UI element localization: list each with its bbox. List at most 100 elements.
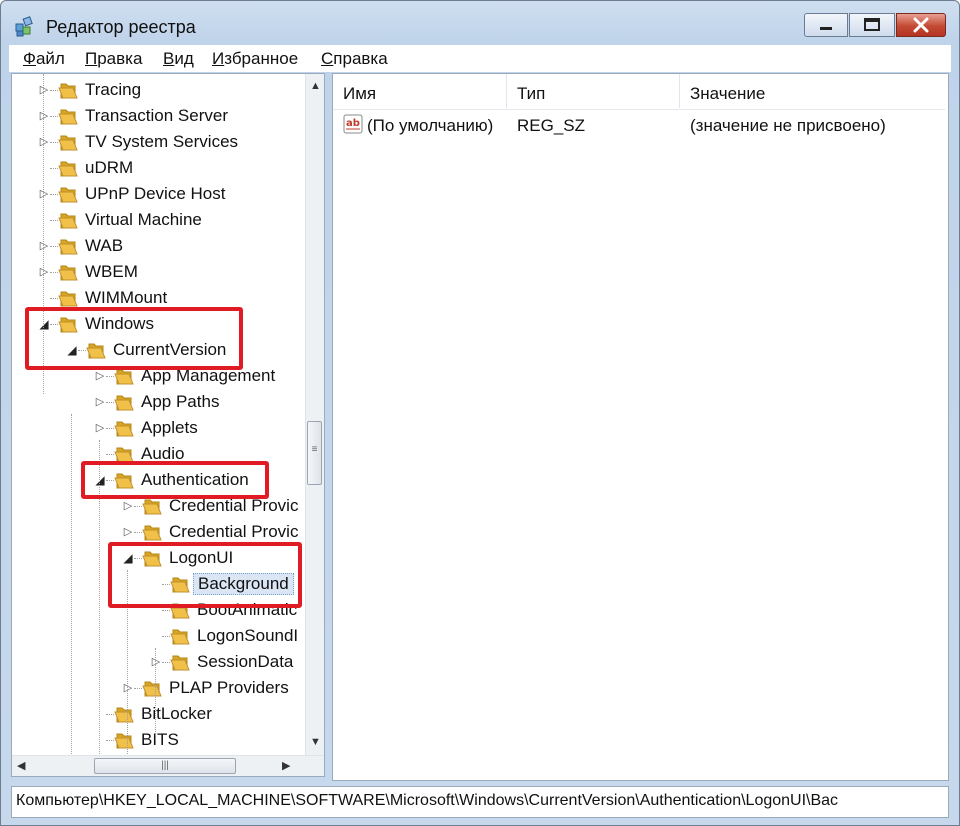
tree-node[interactable]: ▷ App Paths	[12, 389, 324, 415]
tree-node[interactable]: BootAnimatic	[12, 597, 324, 623]
collapsed-arrow-icon[interactable]: ▷	[94, 369, 106, 383]
collapsed-arrow-icon[interactable]: ▷	[38, 239, 50, 253]
column-header-type[interactable]: Тип	[507, 74, 680, 108]
tree-node[interactable]: ◢ LogonUI	[12, 545, 324, 571]
collapsed-arrow-icon[interactable]: ▷	[94, 421, 106, 435]
scroll-left-arrow-icon[interactable]: ◀	[17, 759, 25, 772]
collapsed-arrow-icon[interactable]: ▷	[38, 265, 50, 279]
registry-editor-window: Редактор реестра Файл Правка Вид Избранн…	[0, 0, 960, 826]
tree-node[interactable]: ▷ Credential Provic	[12, 519, 324, 545]
collapsed-arrow-icon[interactable]: ▷	[38, 109, 50, 123]
menu-edit[interactable]: Правка	[85, 49, 142, 69]
scroll-up-arrow-icon[interactable]: ▲	[310, 80, 321, 92]
vertical-scroll-thumb[interactable]: ≡	[307, 421, 322, 485]
tree-node[interactable]: Audio	[12, 441, 324, 467]
value-data: (значение не присвоено)	[690, 116, 886, 135]
tree-node[interactable]: BitLocker	[12, 701, 324, 727]
tree-node[interactable]: ▷ UPnP Device Host	[12, 181, 324, 207]
tree-node[interactable]: ▷ WBEM	[12, 259, 324, 285]
menu-help-label: правка	[333, 49, 388, 68]
expanded-arrow-icon[interactable]: ◢	[38, 317, 50, 331]
tree-node[interactable]: ◢ Windows	[12, 311, 324, 337]
tree-connector	[162, 584, 170, 585]
svg-text:ab: ab	[346, 118, 360, 129]
collapsed-arrow-icon[interactable]: ▷	[94, 395, 106, 409]
tree-connector	[162, 610, 170, 611]
tree-node[interactable]: ◢ CurrentVersion	[12, 337, 324, 363]
expanded-arrow-icon[interactable]: ◢	[66, 343, 78, 357]
value-name: (По умолчанию)	[367, 116, 494, 135]
menu-view-accel: В	[163, 49, 175, 68]
tree-connector	[50, 298, 58, 299]
tree-guide-line	[127, 570, 128, 764]
tree-node[interactable]: WIMMount	[12, 285, 324, 311]
tree-node[interactable]: ▷ App Management	[12, 363, 324, 389]
horizontal-scroll-thumb[interactable]: |||	[94, 758, 236, 774]
tree-node[interactable]: ▷ WAB	[12, 233, 324, 259]
tree-node-label: BootAnimatic	[197, 600, 298, 619]
tree-connector	[106, 454, 114, 455]
minimize-icon	[820, 27, 832, 30]
column-header-name[interactable]: Имя	[333, 74, 507, 108]
expanded-arrow-icon[interactable]: ◢	[94, 473, 106, 487]
maximize-button[interactable]	[849, 13, 895, 37]
folder-icon	[86, 343, 106, 359]
tree-guide-line	[43, 74, 44, 394]
values-list[interactable]: Имя Тип Значение ab (По умолчанию) REG_S…	[332, 73, 949, 781]
tree-node[interactable]: ▷ Credential Provic	[12, 493, 324, 519]
menu-help-accel: С	[321, 49, 334, 68]
tree-node[interactable]: uDRM	[12, 155, 324, 181]
folder-icon	[170, 577, 190, 593]
menu-edit-accel: П	[85, 49, 98, 68]
tree-node[interactable]: Background	[12, 571, 324, 597]
menu-edit-label: равка	[97, 49, 143, 68]
tree-connector	[50, 220, 58, 221]
tree-connector	[50, 324, 58, 325]
title-bar: Редактор реестра	[1, 1, 959, 43]
folder-icon	[58, 291, 78, 307]
folder-icon	[170, 603, 190, 619]
collapsed-arrow-icon[interactable]: ▷	[38, 135, 50, 149]
menu-file[interactable]: Файл	[23, 49, 65, 69]
collapsed-arrow-icon[interactable]: ▷	[38, 187, 50, 201]
expanded-arrow-icon[interactable]: ◢	[122, 551, 134, 565]
column-header-value[interactable]: Значение	[680, 74, 945, 108]
folder-icon	[58, 317, 78, 333]
collapsed-arrow-icon[interactable]: ▷	[122, 499, 134, 513]
scroll-down-arrow-icon[interactable]: ▼	[310, 736, 321, 748]
tree-connector	[50, 194, 58, 195]
tree-connector	[50, 272, 58, 273]
folder-icon	[114, 421, 134, 437]
collapsed-arrow-icon[interactable]: ▷	[122, 525, 134, 539]
minimize-button[interactable]	[804, 13, 848, 37]
menu-help[interactable]: Справка	[321, 49, 388, 69]
menu-view[interactable]: Вид	[163, 49, 194, 69]
close-icon	[913, 17, 929, 33]
tree-node[interactable]: ◢ Authentication	[12, 467, 324, 493]
tree-node[interactable]: ▷ Tracing	[12, 77, 324, 103]
scroll-right-arrow-icon[interactable]: ▶	[282, 759, 290, 772]
collapsed-arrow-icon[interactable]: ▷	[122, 681, 134, 695]
collapsed-arrow-icon[interactable]: ▷	[150, 655, 162, 669]
tree-node[interactable]: ▷ TV System Services	[12, 129, 324, 155]
folder-icon	[58, 135, 78, 151]
registry-tree[interactable]: ▷ Tracing ▷ Transaction Server ▷ TV System Se…	[11, 73, 325, 777]
tree-node[interactable]: ▷ PLAP Providers	[12, 675, 324, 701]
tree-node-label: BitLocker	[141, 704, 212, 723]
menu-file-label: айл	[35, 49, 65, 68]
tree-connector	[106, 428, 114, 429]
tree-node[interactable]: ▷ Transaction Server	[12, 103, 324, 129]
folder-icon	[114, 369, 134, 385]
tree-node-label: Transaction Server	[85, 106, 228, 125]
tree-node[interactable]: LogonSoundI	[12, 623, 324, 649]
collapsed-arrow-icon[interactable]: ▷	[38, 83, 50, 97]
tree-node[interactable]: BITS	[12, 727, 324, 753]
tree-node[interactable]: ▷ Applets	[12, 415, 324, 441]
tree-horizontal-scrollbar[interactable]: ◀ ||| ▶	[12, 755, 324, 776]
tree-node[interactable]: ▷ SessionData	[12, 649, 324, 675]
tree-node[interactable]: Virtual Machine	[12, 207, 324, 233]
close-button[interactable]	[896, 13, 946, 37]
menu-bar: Файл Правка Вид Избранное Справка	[9, 45, 951, 72]
tree-vertical-scrollbar[interactable]: ▲ ≡ ▼	[305, 74, 324, 756]
menu-favorites[interactable]: Избранное	[212, 49, 298, 69]
